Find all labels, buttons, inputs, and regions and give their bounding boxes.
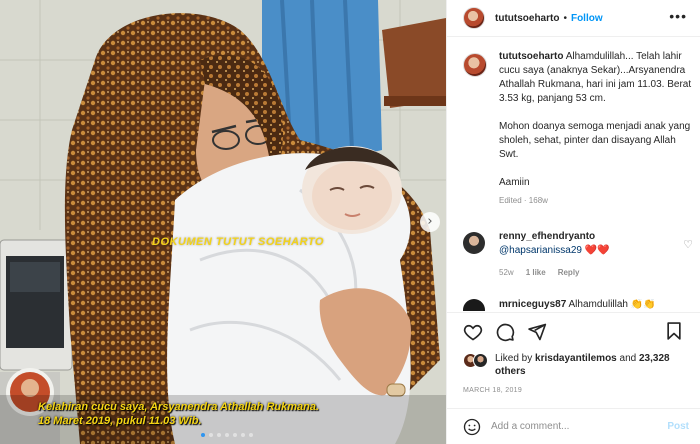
- commenter-username[interactable]: renny_efhendryanto: [499, 230, 693, 244]
- commenter-username[interactable]: mrniceguys87: [499, 299, 566, 310]
- heart-emoji: ❤️❤️: [584, 245, 610, 256]
- comment-like-heart-icon[interactable]: ♡: [683, 238, 693, 251]
- more-options-icon[interactable]: •••: [669, 9, 687, 23]
- comment-bubble-icon[interactable]: [495, 322, 515, 342]
- photo-caption-line: Kelahiran cucu saya, Arsyanendra Athalla…: [38, 401, 320, 413]
- carousel-dot: [241, 433, 245, 437]
- carousel-dot: [225, 433, 229, 437]
- likes-prefix: Liked by: [495, 353, 533, 364]
- photo-caption-overlay: Kelahiran cucu saya, Arsyanendra Athalla…: [38, 400, 319, 428]
- like-heart-icon[interactable]: [463, 322, 483, 342]
- comment-age: 52w: [499, 268, 514, 277]
- commenter-avatar[interactable]: [463, 232, 485, 254]
- post-details-panel: tututsoeharto • Follow ••• tututsoeharto…: [446, 0, 700, 444]
- follow-button[interactable]: Follow: [571, 13, 603, 24]
- commenter-avatar[interactable]: [463, 299, 485, 311]
- liker-username[interactable]: krisdayantilemos: [535, 353, 617, 364]
- author-username[interactable]: tututsoeharto: [495, 13, 559, 24]
- photo-caption-line: 18 Maret 2019, pukul 11.03 Wib.: [38, 415, 202, 427]
- caption-paragraph: Aamiin: [499, 177, 530, 188]
- likes-conjunction: and: [619, 353, 637, 364]
- likes-summary: Liked by krisdayantilemos and 23,328 oth…: [463, 352, 693, 378]
- comment-likes-link[interactable]: 1 like: [526, 268, 546, 277]
- emoji-smiley-icon[interactable]: [463, 418, 481, 436]
- comment-mention-link[interactable]: @hapsarianissa29: [499, 245, 582, 256]
- post-date: MARCH 18, 2019: [463, 387, 523, 394]
- carousel-dots: [201, 433, 253, 437]
- post-photo[interactable]: DOKUMEN TUTUT SOEHARTO Kelahiran cucu sa…: [0, 0, 446, 444]
- caption-author-avatar[interactable]: [463, 53, 487, 77]
- comment-reply-button[interactable]: Reply: [558, 268, 580, 277]
- photo-watermark: DOKUMEN TUTUT SOEHARTO: [152, 236, 324, 248]
- carousel-dot: [217, 433, 221, 437]
- edited-timestamp: Edited · 168w: [499, 196, 548, 205]
- caption-username[interactable]: tututsoeharto: [499, 51, 563, 62]
- comment-item: mrniceguys87 Alhamdulillah 👏👏: [463, 299, 693, 311]
- comment-body: renny_efhendryanto @hapsarianissa29 ❤️❤️: [499, 230, 693, 258]
- comment-text: Alhamdulillah: [568, 299, 628, 310]
- comment-item: renny_efhendryanto @hapsarianissa29 ❤️❤️…: [463, 230, 693, 277]
- clap-emoji: 👏👏: [630, 299, 656, 310]
- carousel-dot: [233, 433, 237, 437]
- carousel-dot-active: [201, 433, 205, 437]
- carousel-dot: [209, 433, 213, 437]
- likes-text: Liked by krisdayantilemos and 23,328 oth…: [495, 352, 693, 378]
- header-separator: •: [563, 12, 567, 24]
- liker-avatar: [473, 353, 488, 368]
- carousel-dot: [249, 433, 253, 437]
- post-comment-button[interactable]: Post: [667, 421, 689, 432]
- liker-avatars: [463, 353, 489, 369]
- add-comment-input[interactable]: Add a comment...: [491, 421, 667, 432]
- save-bookmark-icon[interactable]: [664, 321, 684, 341]
- comment-body: mrniceguys87 Alhamdulillah 👏👏: [499, 299, 693, 311]
- photo-illustration: [0, 0, 446, 444]
- post-action-bar: [447, 312, 700, 350]
- share-paper-plane-icon[interactable]: [527, 322, 547, 342]
- add-comment-bar: Add a comment... Post: [447, 408, 700, 444]
- caption-text: tututsoeharto Alhamdulillah... Telah lah…: [499, 50, 693, 190]
- post-caption: tututsoeharto Alhamdulillah... Telah lah…: [463, 50, 693, 205]
- carousel-next-button[interactable]: ›: [420, 212, 440, 232]
- author-avatar[interactable]: [463, 7, 485, 29]
- post-header: tututsoeharto • Follow •••: [447, 0, 700, 37]
- comment-meta: 52w 1 like Reply: [499, 268, 693, 277]
- caption-paragraph: Mohon doanya semoga menjadi anak yang sh…: [499, 121, 691, 160]
